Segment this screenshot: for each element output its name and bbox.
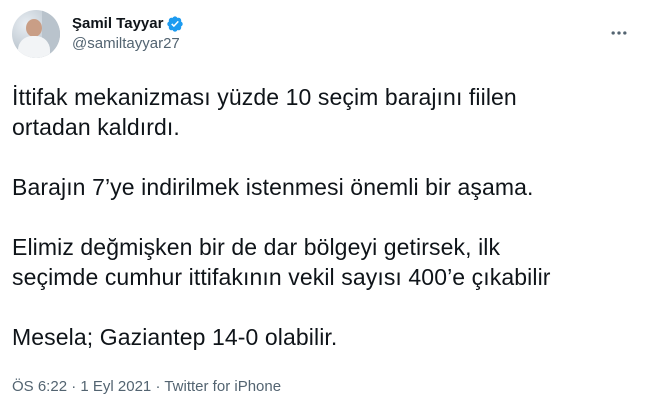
meta-separator: · (151, 378, 165, 395)
avatar-head (26, 19, 42, 37)
tweet-time[interactable]: ÖS 6:22 (12, 378, 67, 395)
tweet-source[interactable]: Twitter for iPhone (164, 378, 281, 395)
meta-separator: · (67, 378, 81, 395)
more-options-button[interactable] (604, 18, 634, 48)
name-row: Şamil Tayyar (72, 14, 184, 34)
tweet-paragraph: Barajın 7’ye indirilmek istenmesi önemli… (12, 174, 534, 200)
tweet-card: Şamil Tayyar @samiltayyar27 İttifak meka… (0, 0, 650, 412)
avatar-body (18, 36, 50, 58)
tweet-paragraph: Elimiz değmişken bir de dar bölgeyi geti… (12, 234, 551, 290)
tweet-paragraph: Mesela; Gaziantep 14-0 olabilir. (12, 324, 338, 350)
tweet-header: Şamil Tayyar @samiltayyar27 (12, 10, 638, 58)
more-icon (611, 31, 627, 35)
author-display-name[interactable]: Şamil Tayyar (72, 14, 163, 34)
avatar[interactable] (12, 10, 60, 58)
author-names: Şamil Tayyar @samiltayyar27 (72, 14, 184, 54)
author-handle[interactable]: @samiltayyar27 (72, 34, 184, 54)
tweet-paragraph: İttifak mekanizması yüzde 10 seçim baraj… (12, 84, 517, 140)
verified-badge-icon (166, 15, 184, 33)
tweet-text: İttifak mekanizması yüzde 10 seçim baraj… (12, 82, 638, 382)
tweet-date[interactable]: 1 Eyl 2021 (80, 378, 151, 395)
tweet-metadata: ÖS 6:22 · 1 Eyl 2021 · Twitter for iPhon… (12, 377, 281, 397)
